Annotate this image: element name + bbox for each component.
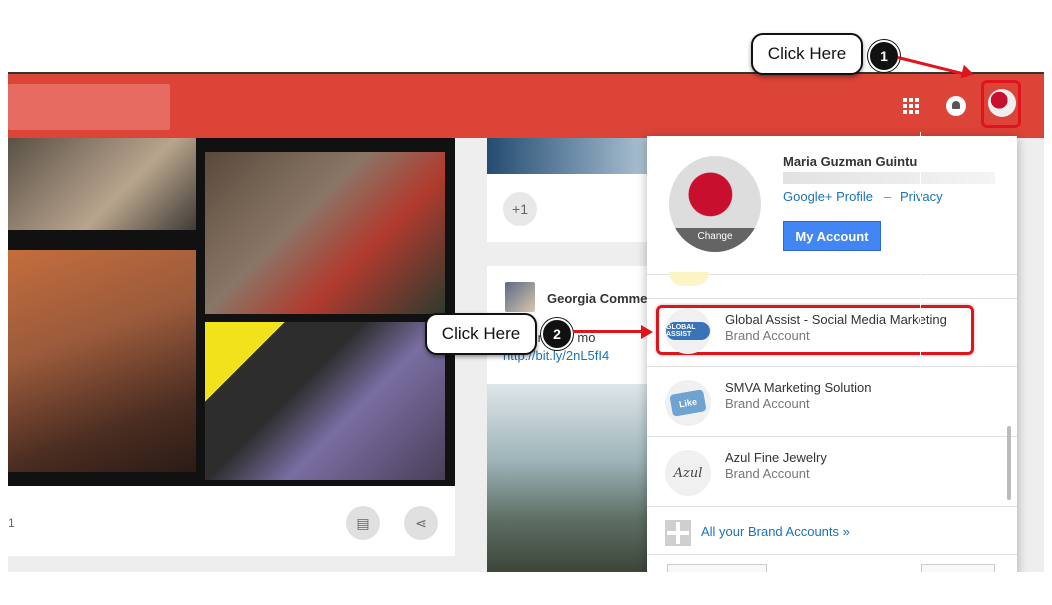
brand-account-global-assist[interactable]: GLOBAL ASSIST Global Assist - Social Med… (647, 300, 1003, 366)
global-assist-logo-icon: GLOBAL ASSIST (665, 308, 711, 354)
brand-account-type: Brand Account (725, 396, 810, 411)
google-profile-link[interactable]: Google+ Profile (783, 189, 873, 204)
hidden-account-logo (669, 272, 709, 286)
guide-line (920, 132, 921, 404)
divider (647, 554, 1017, 555)
all-brand-accounts-link[interactable]: All your Brand Accounts » (701, 524, 850, 539)
arrow-head-2 (641, 324, 653, 339)
brand-account-name: Azul Fine Jewelry (725, 450, 827, 465)
card-actions: ▤ ⋖ (346, 506, 446, 542)
callout-click-here-1: Click Here (751, 33, 863, 75)
notifications-bell-icon[interactable] (946, 96, 966, 116)
change-photo-label[interactable]: Change (669, 228, 761, 252)
brand-account-type: Brand Account (725, 328, 810, 343)
brand-account-type: Brand Account (725, 466, 810, 481)
avatar (988, 89, 1016, 117)
add-account-button[interactable] (667, 564, 767, 572)
add-brand-icon (665, 520, 691, 546)
brand-account-azul[interactable]: Azul Azul Fine Jewelry Brand Account (647, 438, 1003, 504)
photo-speaker-stage (8, 250, 196, 472)
comment-icon[interactable]: ▤ (346, 506, 380, 540)
photo-audience-seated (205, 152, 445, 314)
photo-collage[interactable] (8, 138, 455, 486)
callout-click-here-2: Click Here (425, 313, 537, 355)
account-avatar-button[interactable] (981, 80, 1021, 128)
post-count: 1 (8, 516, 15, 530)
brand-account-name: Global Assist - Social Media Marketing (725, 312, 947, 327)
account-switcher-menu: Change Maria Guzman Guintu Google+ Profi… (647, 136, 1017, 572)
divider (647, 506, 1017, 507)
like-hand-logo-icon: Like (665, 380, 711, 426)
divider (647, 436, 1017, 437)
post-card: Georgia Comme ...setting the mo http://b… (487, 266, 657, 572)
menu-scrollbar[interactable] (1007, 426, 1011, 500)
profile-photo[interactable]: Change (669, 156, 761, 252)
share-icon[interactable]: ⋖ (404, 506, 438, 540)
sign-out-button[interactable] (921, 564, 995, 572)
photo-speaker-podium (205, 322, 445, 480)
privacy-link[interactable]: Privacy (900, 189, 943, 204)
callout-number-2: 2 (541, 318, 573, 350)
post-image-office (487, 384, 657, 572)
plus-one-button[interactable]: +1 (503, 192, 537, 226)
profile-name: Maria Guzman Guintu (783, 154, 918, 169)
top-app-bar (8, 74, 1044, 138)
apps-grid-icon[interactable] (903, 98, 919, 114)
divider (647, 366, 1017, 367)
photo-post-card: 1 ▤ ⋖ (8, 138, 455, 556)
arrow-2 (573, 330, 643, 333)
link-separator: – (884, 189, 892, 204)
post-author[interactable]: Georgia Comme (547, 291, 647, 306)
search-box[interactable] (8, 84, 170, 130)
photo-audience-selfie (8, 138, 196, 230)
post-card-top: +1 (487, 138, 657, 242)
callout-number-1: 1 (868, 40, 900, 72)
brand-account-name: SMVA Marketing Solution (725, 380, 872, 395)
my-account-button[interactable]: My Account (783, 221, 881, 251)
profile-email-redacted (783, 172, 995, 184)
brand-account-smva[interactable]: Like SMVA Marketing Solution Brand Accou… (647, 368, 1003, 434)
post-image (487, 138, 657, 174)
azul-logo-icon: Azul (665, 450, 711, 496)
divider (647, 298, 1017, 299)
author-avatar[interactable] (505, 282, 535, 312)
